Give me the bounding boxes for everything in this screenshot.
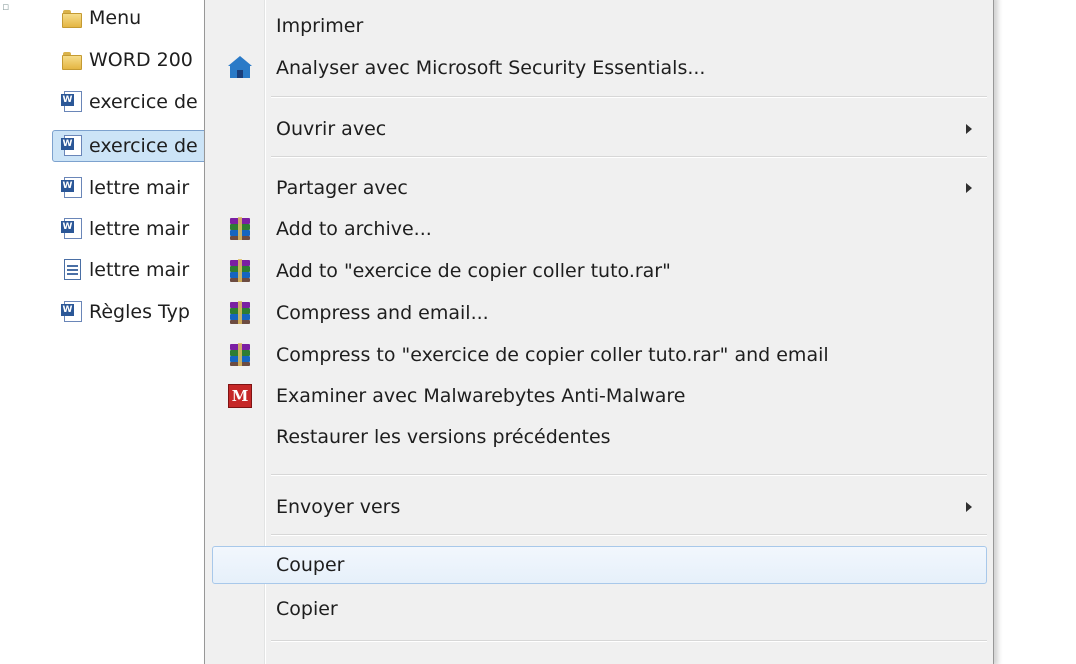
microsoft-security-essentials-icon xyxy=(228,56,252,80)
malwarebytes-icon: M xyxy=(228,384,252,408)
explorer-file-list: ▫ Menu WORD 200 W exercice de W exercice… xyxy=(0,0,232,648)
file-name: exercice de xyxy=(89,91,198,113)
menu-item-partager-avec[interactable]: Partager avec xyxy=(212,169,987,207)
menu-item-label: Add to archive... xyxy=(276,218,432,240)
menu-item-restaurer-versions[interactable]: Restaurer les versions précédentes xyxy=(212,418,987,456)
winrar-icon xyxy=(228,259,252,283)
file-name: lettre mair xyxy=(89,177,190,199)
context-menu: Imprimer Analyser avec Microsoft Securit… xyxy=(204,0,994,664)
submenu-arrow-icon xyxy=(966,183,972,193)
menu-item-ouvrir-avec[interactable]: Ouvrir avec xyxy=(212,110,987,148)
menu-item-label: Analyser avec Microsoft Security Essenti… xyxy=(276,57,706,79)
winrar-icon xyxy=(228,217,252,241)
menu-item-copier[interactable]: Copier xyxy=(212,590,987,628)
file-name: exercice de xyxy=(89,135,198,157)
menu-item-label: Envoyer vers xyxy=(276,496,401,518)
menu-separator xyxy=(271,534,987,536)
menu-item-label: Partager avec xyxy=(276,177,408,199)
menu-separator xyxy=(271,474,987,476)
menu-item-add-to-rar[interactable]: Add to "exercice de copier coller tuto.r… xyxy=(212,252,987,290)
file-name: WORD 200 xyxy=(89,49,193,71)
menu-item-label: Restaurer les versions précédentes xyxy=(276,426,611,448)
submenu-arrow-icon xyxy=(966,124,972,134)
menu-item-label: Add to "exercice de copier coller tuto.r… xyxy=(276,260,671,282)
menu-item-label: Compress and email... xyxy=(276,302,489,324)
menu-item-examiner-malwarebytes[interactable]: M Examiner avec Malwarebytes Anti-Malwar… xyxy=(212,377,987,415)
file-name: lettre mair xyxy=(89,259,190,281)
word-document-icon: W xyxy=(60,134,84,158)
file-name: Règles Typ xyxy=(89,301,190,323)
menu-item-label: Copier xyxy=(276,598,338,620)
menu-item-imprimer[interactable]: Imprimer xyxy=(212,7,987,45)
menu-separator xyxy=(271,640,987,642)
file-name: Menu xyxy=(89,7,142,29)
menu-item-compress-to-rar-and-email[interactable]: Compress to "exercice de copier coller t… xyxy=(212,336,987,374)
menu-item-compress-and-email[interactable]: Compress and email... xyxy=(212,294,987,332)
menu-item-label: Ouvrir avec xyxy=(276,118,387,140)
menu-item-add-to-archive[interactable]: Add to archive... xyxy=(212,210,987,248)
scroll-grip-mark: ▫ xyxy=(2,0,10,13)
menu-item-analyser-mse[interactable]: Analyser avec Microsoft Security Essenti… xyxy=(212,49,987,87)
menu-separator xyxy=(271,96,987,98)
file-name: lettre mair xyxy=(89,218,190,240)
folder-icon xyxy=(60,6,84,30)
menu-item-label: Compress to "exercice de copier coller t… xyxy=(276,344,829,366)
menu-item-envoyer-vers[interactable]: Envoyer vers xyxy=(212,488,987,526)
word-document-icon: W xyxy=(60,176,84,200)
winrar-icon xyxy=(228,343,252,367)
menu-item-couper[interactable]: Couper xyxy=(212,546,987,584)
text-document-icon xyxy=(60,258,84,282)
word-document-icon: W xyxy=(60,90,84,114)
menu-separator xyxy=(271,156,987,158)
word-document-icon: W xyxy=(60,217,84,241)
menu-item-label: Examiner avec Malwarebytes Anti-Malware xyxy=(276,385,686,407)
menu-item-label: Couper xyxy=(276,554,345,576)
menu-item-label: Imprimer xyxy=(276,15,364,37)
folder-icon xyxy=(60,48,84,72)
submenu-arrow-icon xyxy=(966,502,972,512)
winrar-icon xyxy=(228,301,252,325)
word-document-icon: W xyxy=(60,300,84,324)
